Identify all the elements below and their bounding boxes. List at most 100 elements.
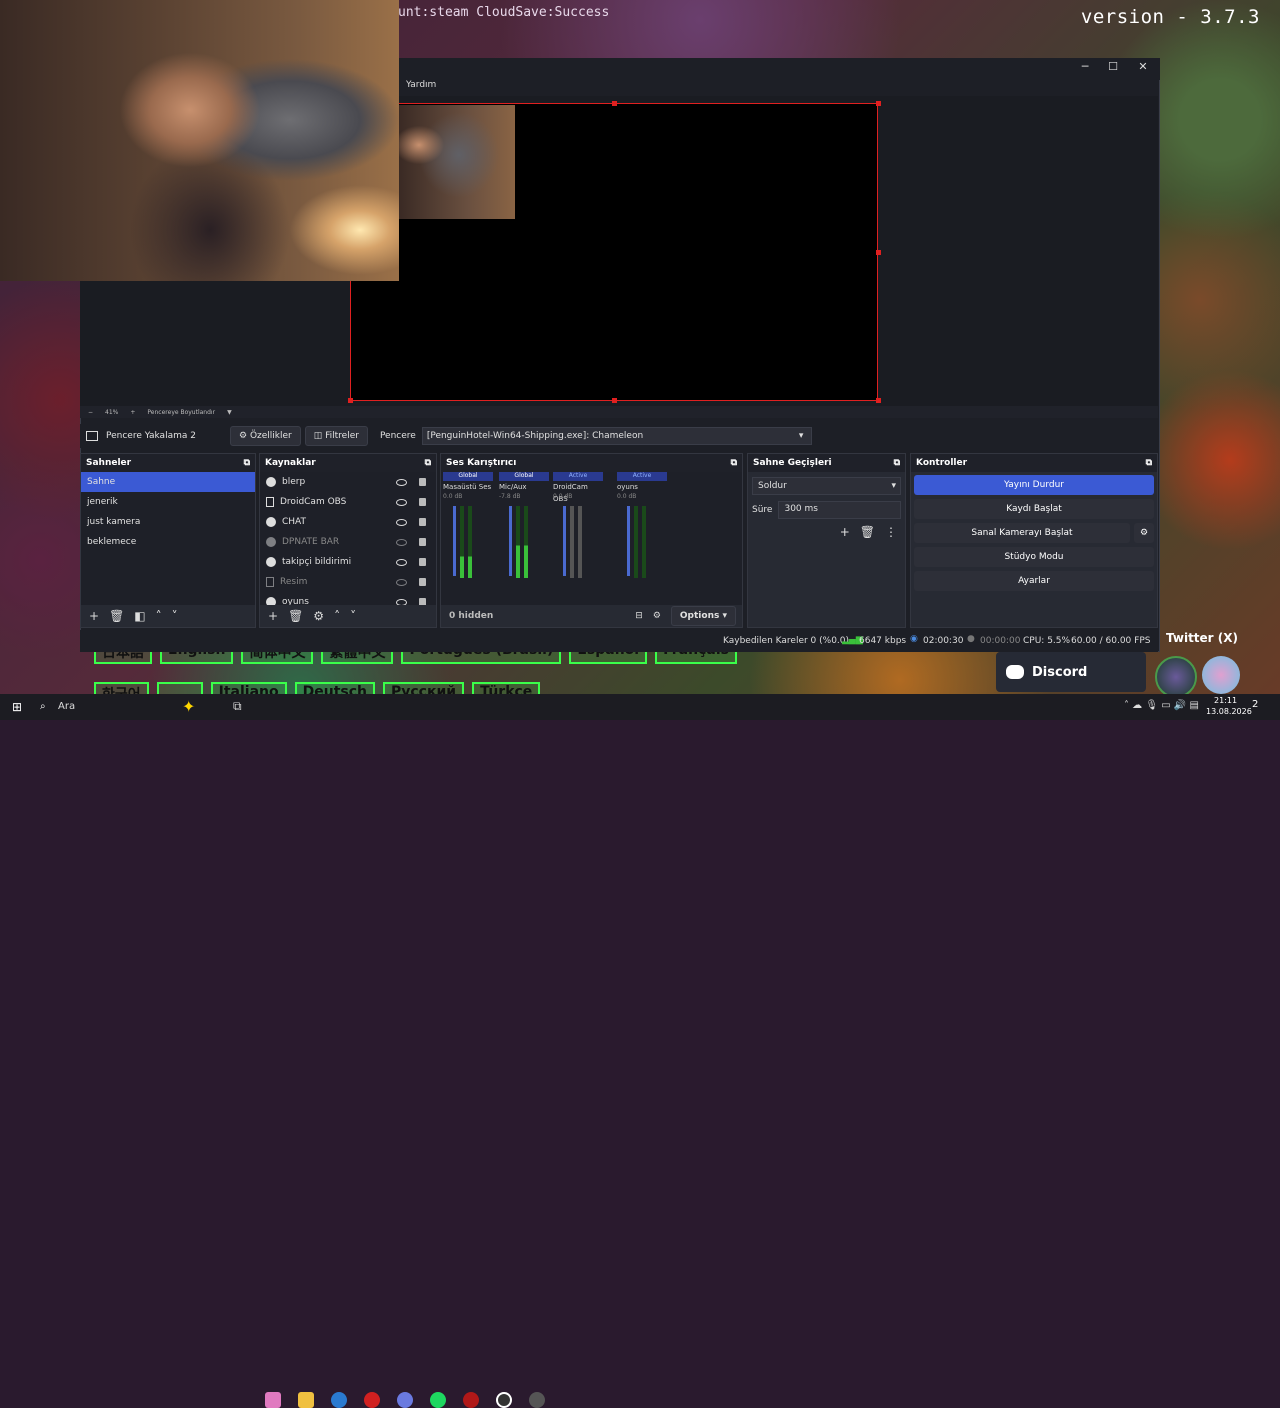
eye-icon[interactable]: [396, 518, 407, 526]
scene-item[interactable]: just kamera: [81, 512, 255, 532]
scene-item[interactable]: jenerik: [81, 492, 255, 512]
settings-button[interactable]: Ayarlar: [914, 571, 1154, 591]
undock-icon[interactable]: ⧉: [894, 458, 900, 468]
studio-mode-button[interactable]: Stüdyo Modu: [914, 547, 1154, 567]
scene-filters-button[interactable]: ◧: [134, 609, 145, 623]
bitrate: 6647 kbps: [859, 636, 907, 646]
volume-slider[interactable]: [509, 506, 512, 576]
eye-icon[interactable]: [396, 498, 407, 506]
eye-icon[interactable]: [396, 478, 407, 486]
tray-icons[interactable]: ˄ ☁ 🎙 ▭ 🔊 ▤: [1124, 700, 1199, 711]
lock-icon[interactable]: [419, 598, 426, 605]
lock-icon[interactable]: [419, 578, 426, 586]
mixer-options-button[interactable]: Options ▾: [670, 606, 736, 626]
filters-button[interactable]: ◫ Filtreler: [304, 426, 368, 446]
lock-icon[interactable]: [419, 478, 426, 486]
menu-help[interactable]: Yardım: [406, 80, 436, 96]
resize-handle[interactable]: [876, 398, 881, 403]
obs-icon[interactable]: [496, 1392, 512, 1408]
app-icon[interactable]: [529, 1392, 545, 1408]
clock-time[interactable]: 21:11: [1214, 696, 1237, 705]
remove-source-button[interactable]: 🗑: [288, 609, 303, 623]
channel-name: DroidCam OBS: [553, 483, 588, 503]
lock-icon[interactable]: [419, 538, 426, 546]
eye-hidden-icon[interactable]: [396, 538, 407, 546]
source-settings-button[interactable]: ⚙: [313, 609, 324, 623]
resize-handle[interactable]: [876, 250, 881, 255]
volume-slider[interactable]: [453, 506, 456, 576]
add-transition-button[interactable]: +: [840, 525, 850, 539]
source-item[interactable]: DroidCam OBS: [260, 492, 436, 512]
lock-icon[interactable]: [419, 558, 426, 566]
task-view-icon[interactable]: ⧉: [233, 699, 242, 714]
windows-start-icon[interactable]: ⊞: [12, 700, 22, 714]
stop-stream-button[interactable]: Yayını Durdur: [914, 475, 1154, 495]
eye-icon[interactable]: [396, 558, 407, 566]
source-item[interactable]: DPNATE BAR: [260, 532, 436, 552]
notification-count[interactable]: 2: [1252, 699, 1258, 710]
lock-icon[interactable]: [419, 498, 426, 506]
chevron-down-icon[interactable]: ▼: [227, 409, 232, 416]
virtual-camera-settings-icon[interactable]: ⚙: [1134, 523, 1154, 543]
add-source-button[interactable]: +: [268, 609, 278, 623]
mixer-layout-button[interactable]: ⊟: [635, 611, 643, 621]
spotify-icon[interactable]: [430, 1392, 446, 1408]
resize-handle[interactable]: [612, 101, 617, 106]
zoom-in-button[interactable]: +: [130, 409, 135, 416]
move-up-button[interactable]: ˄: [334, 609, 340, 623]
volume-slider[interactable]: [563, 506, 566, 576]
search-icon[interactable]: ⌕: [40, 701, 46, 712]
remove-transition-button[interactable]: 🗑: [860, 525, 875, 539]
minimize-icon[interactable]: ─: [1070, 60, 1100, 73]
window-select[interactable]: [PenguinHotel-Win64-Shipping.exe]: Chame…: [421, 427, 812, 445]
scene-item[interactable]: Sahne: [81, 472, 255, 492]
duration-input[interactable]: 300 ms: [778, 501, 901, 519]
edge-icon[interactable]: [331, 1392, 347, 1408]
resize-handle[interactable]: [348, 398, 353, 403]
fps: 60.00 / 60.00 FPS: [1071, 636, 1151, 646]
opera-icon[interactable]: [364, 1392, 380, 1408]
resize-handle[interactable]: [876, 101, 881, 106]
transition-select[interactable]: Soldur ▾: [752, 477, 901, 495]
start-virtual-camera-button[interactable]: Sanal Kamerayı Başlat: [914, 523, 1130, 543]
source-item[interactable]: Resim: [260, 572, 436, 592]
start-recording-button[interactable]: Kaydı Başlat: [914, 499, 1154, 519]
lock-icon[interactable]: [419, 518, 426, 526]
scene-item[interactable]: beklemece: [81, 532, 255, 552]
taskbar: ⊞ ⌕ Ara ✦ ⧉ ˄ ☁ 🎙 ▭ 🔊 ▤ 21:11 13.08.2026…: [0, 694, 1280, 1408]
copilot-sparkle-icon[interactable]: ✦: [182, 697, 195, 716]
clock-date[interactable]: 13.08.2026: [1206, 707, 1252, 716]
undock-icon[interactable]: ⧉: [731, 458, 737, 468]
chevron-down-icon: ▾: [798, 431, 804, 441]
discord-icon[interactable]: [397, 1392, 413, 1408]
resize-handle[interactable]: [612, 398, 617, 403]
advanced-audio-icon[interactable]: ⚙: [653, 611, 661, 621]
properties-button[interactable]: ⚙ Özellikler: [230, 426, 301, 446]
move-down-button[interactable]: ˅: [172, 609, 178, 623]
undock-icon[interactable]: ⧉: [244, 458, 250, 468]
zoom-out-button[interactable]: −: [88, 409, 93, 416]
volume-slider[interactable]: [627, 506, 630, 576]
source-item[interactable]: takipçi bildirimi: [260, 552, 436, 572]
fit-window-label[interactable]: Pencereye Boyutlandır: [147, 409, 215, 416]
move-down-button[interactable]: ˅: [350, 609, 356, 623]
app-icon[interactable]: [463, 1392, 479, 1408]
move-up-button[interactable]: ˄: [156, 609, 162, 623]
search-box[interactable]: Ara: [58, 701, 75, 712]
source-item[interactable]: CHAT: [260, 512, 436, 532]
add-scene-button[interactable]: +: [89, 609, 99, 623]
source-item[interactable]: oyuns: [260, 592, 436, 605]
discord-badge: Discord: [996, 652, 1146, 692]
file-explorer-icon[interactable]: [298, 1392, 314, 1408]
copilot-app-icon[interactable]: [265, 1392, 281, 1408]
eye-hidden-icon[interactable]: [396, 578, 407, 586]
close-icon[interactable]: ✕: [1128, 60, 1158, 73]
maximize-icon[interactable]: ☐: [1098, 60, 1128, 73]
source-item[interactable]: blerp: [260, 472, 436, 492]
remove-scene-button[interactable]: 🗑: [109, 609, 124, 623]
more-options-icon[interactable]: ⋮: [885, 525, 897, 539]
eye-icon[interactable]: [396, 598, 407, 605]
undock-icon[interactable]: ⧉: [425, 458, 431, 468]
undock-icon[interactable]: ⧉: [1146, 458, 1152, 468]
channel-db: 0.0 dB: [553, 493, 573, 500]
